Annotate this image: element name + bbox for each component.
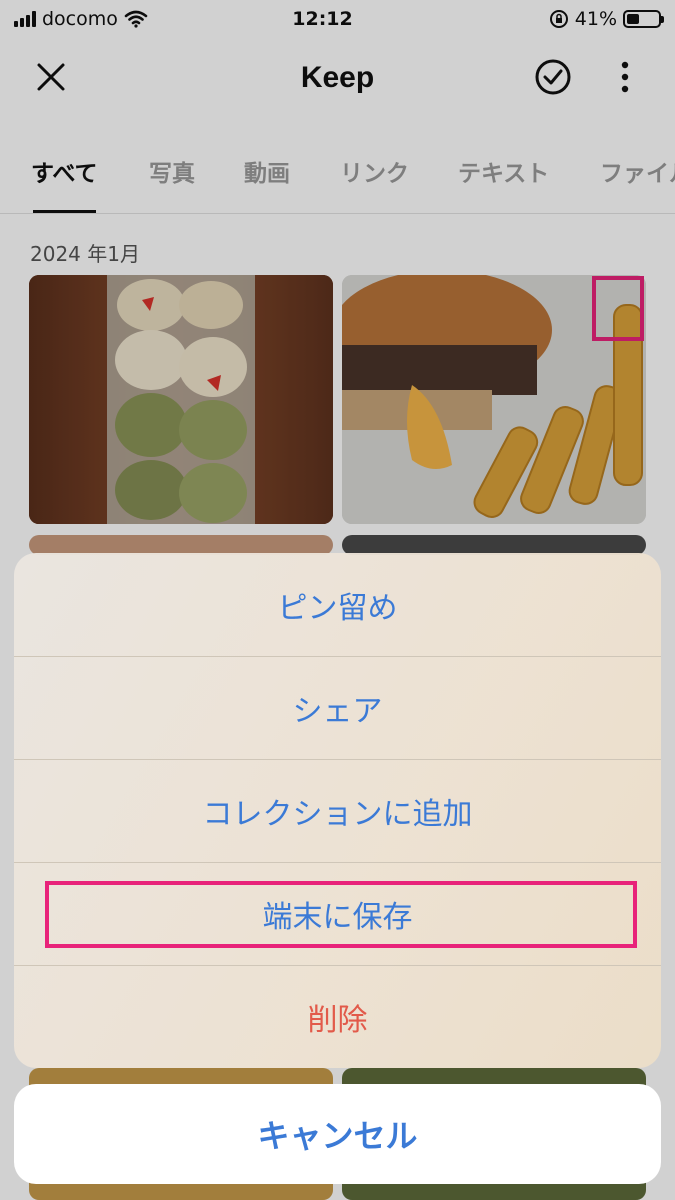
highlight-marker <box>45 881 637 948</box>
add-to-collection-button[interactable]: コレクションに追加 <box>14 759 661 862</box>
pin-button[interactable]: ピン留め <box>14 553 661 656</box>
cancel-button[interactable]: キャンセル <box>14 1084 661 1184</box>
action-sheet: ピン留め シェア コレクションに追加 端末に保存 削除 <box>14 553 661 1068</box>
share-button[interactable]: シェア <box>14 656 661 759</box>
delete-button[interactable]: 削除 <box>14 965 661 1068</box>
